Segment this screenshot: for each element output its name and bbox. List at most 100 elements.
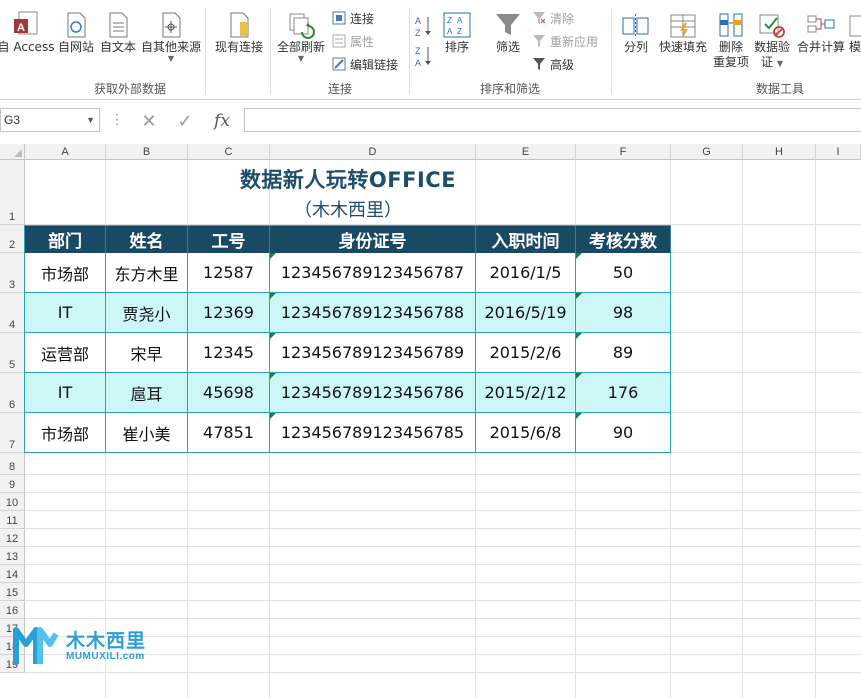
row-header-5[interactable]: 5 [0, 333, 25, 373]
clear-filter-button[interactable]: 清除 [531, 8, 574, 28]
row-header-2[interactable]: 2 [0, 225, 25, 253]
row-header-16[interactable]: 16 [0, 601, 25, 619]
table-header-cell[interactable]: 部门 [25, 225, 106, 253]
gridline [25, 564, 861, 565]
advanced-filter-icon [531, 56, 547, 72]
table-cell[interactable]: 12345 [188, 333, 270, 373]
table-header-cell[interactable]: 工号 [188, 225, 270, 253]
column-header-e[interactable]: E [476, 144, 576, 160]
table-cell[interactable]: 2016/5/19 [476, 293, 576, 333]
column-header-b[interactable]: B [106, 144, 188, 160]
row-header-7[interactable]: 7 [0, 413, 25, 453]
data-model-icon [848, 6, 861, 40]
table-cell[interactable]: 123456789123456789 [270, 333, 476, 373]
filter-button[interactable]: 筛选 [492, 6, 524, 55]
from-access-button[interactable]: A 自 Access [0, 6, 54, 55]
sort-button[interactable]: ZAAZ 排序 [440, 6, 474, 55]
table-cell[interactable]: 2016/1/5 [476, 253, 576, 293]
column-header-c[interactable]: C [188, 144, 270, 160]
watermark-name-cn: 木木西里 [66, 629, 147, 652]
row-header-9[interactable]: 9 [0, 475, 25, 493]
table-cell[interactable]: 123456789123456786 [270, 373, 476, 413]
remove-duplicates-button[interactable]: 删除 重复项 [710, 6, 752, 70]
table-cell[interactable]: 贾尧小 [106, 293, 188, 333]
table-header-cell[interactable]: 入职时间 [476, 225, 576, 253]
table-cell[interactable]: 89 [576, 333, 671, 373]
table-cell[interactable]: 2015/2/6 [476, 333, 576, 373]
cancel-icon[interactable]: ✕ [134, 109, 164, 133]
chevron-down-icon[interactable]: ▼ [86, 115, 95, 125]
table-cell[interactable]: 12369 [188, 293, 270, 333]
gridline [25, 654, 861, 655]
table-header-cell[interactable]: 姓名 [106, 225, 188, 253]
table-cell[interactable]: 123456789123456785 [270, 413, 476, 453]
properties-icon [331, 33, 347, 49]
row-header-1[interactable]: 1 [0, 160, 25, 225]
row-header-8[interactable]: 8 [0, 453, 25, 475]
row-header-4[interactable]: 4 [0, 293, 25, 333]
table-cell[interactable]: 宋早 [106, 333, 188, 373]
insert-function-icon[interactable]: fx [206, 109, 238, 133]
edit-links-button[interactable]: 编辑链接 [331, 54, 398, 74]
row-header-13[interactable]: 13 [0, 547, 25, 565]
sort-descending-button[interactable]: ZA [414, 44, 437, 68]
formula-bar-grip-icon[interactable]: ⋮ [110, 112, 124, 128]
formula-input[interactable] [244, 108, 861, 132]
table-cell[interactable]: 176 [576, 373, 671, 413]
row-header-3[interactable]: 3 [0, 253, 25, 293]
enter-check-icon[interactable]: ✓ [170, 109, 200, 133]
table-cell[interactable]: 崔小美 [106, 413, 188, 453]
table-cell[interactable]: 98 [576, 293, 671, 333]
watermark-logo: 木木西里 MUMUXILI.com [12, 624, 146, 668]
from-web-button[interactable]: 自网站 [56, 6, 96, 55]
row-header-15[interactable]: 15 [0, 583, 25, 601]
properties-button[interactable]: 属性 [331, 31, 374, 51]
refresh-all-button[interactable]: 全部刷新 ▼ [273, 6, 329, 63]
table-cell[interactable]: 123456789123456787 [270, 253, 476, 293]
table-header-cell[interactable]: 考核分数 [576, 225, 671, 253]
name-box[interactable]: G3 ▼ [0, 108, 100, 132]
column-header-i[interactable]: I [816, 144, 861, 160]
table-cell[interactable]: 运营部 [25, 333, 106, 373]
consolidate-button[interactable]: 合并计算 [794, 6, 848, 55]
table-cell[interactable]: 2015/6/8 [476, 413, 576, 453]
column-header-h[interactable]: H [743, 144, 816, 160]
table-cell[interactable]: 45698 [188, 373, 270, 413]
row-header-11[interactable]: 11 [0, 511, 25, 529]
from-text-button[interactable]: 自文本 [98, 6, 138, 55]
column-header-f[interactable]: F [576, 144, 671, 160]
existing-connections-button[interactable]: 现有连接 [212, 6, 266, 55]
table-cell[interactable]: 123456789123456788 [270, 293, 476, 333]
row-header-12[interactable]: 12 [0, 529, 25, 547]
reapply-filter-button[interactable]: 重新应用 [531, 31, 598, 51]
from-other-sources-button[interactable]: 自其他来源 ▼ [140, 6, 202, 63]
connections-button[interactable]: 连接 [331, 8, 374, 28]
table-cell[interactable]: 47851 [188, 413, 270, 453]
row-header-14[interactable]: 14 [0, 565, 25, 583]
table-cell[interactable]: 2015/2/12 [476, 373, 576, 413]
flash-fill-button[interactable]: 快速填充 [657, 6, 709, 55]
table-cell[interactable]: IT [25, 373, 106, 413]
chevron-down-icon: ▼ [167, 54, 175, 63]
column-header-d[interactable]: D [270, 144, 476, 160]
text-to-columns-button[interactable]: 分列 [618, 6, 654, 55]
sort-ascending-button[interactable]: AZ [414, 14, 437, 38]
table-header-cell[interactable]: 身份证号 [270, 225, 476, 253]
table-cell[interactable]: 12587 [188, 253, 270, 293]
table-cell[interactable]: 扈耳 [106, 373, 188, 413]
column-header-g[interactable]: G [671, 144, 743, 160]
row-header-6[interactable]: 6 [0, 373, 25, 413]
column-header-a[interactable]: A [25, 144, 106, 160]
data-validation-button[interactable]: 数据验 证 ▼ [752, 6, 792, 70]
table-cell[interactable]: IT [25, 293, 106, 333]
table-cell[interactable]: 90 [576, 413, 671, 453]
table-cell[interactable]: 市场部 [25, 253, 106, 293]
data-model-button[interactable]: 模 [848, 6, 861, 55]
table-cell[interactable]: 东方木里 [106, 253, 188, 293]
table-cell[interactable]: 50 [576, 253, 671, 293]
advanced-filter-button[interactable]: 高级 [531, 54, 574, 74]
sort-dialog-icon: ZAAZ [442, 6, 472, 40]
select-all-corner[interactable] [0, 144, 25, 160]
row-header-10[interactable]: 10 [0, 493, 25, 511]
table-cell[interactable]: 市场部 [25, 413, 106, 453]
